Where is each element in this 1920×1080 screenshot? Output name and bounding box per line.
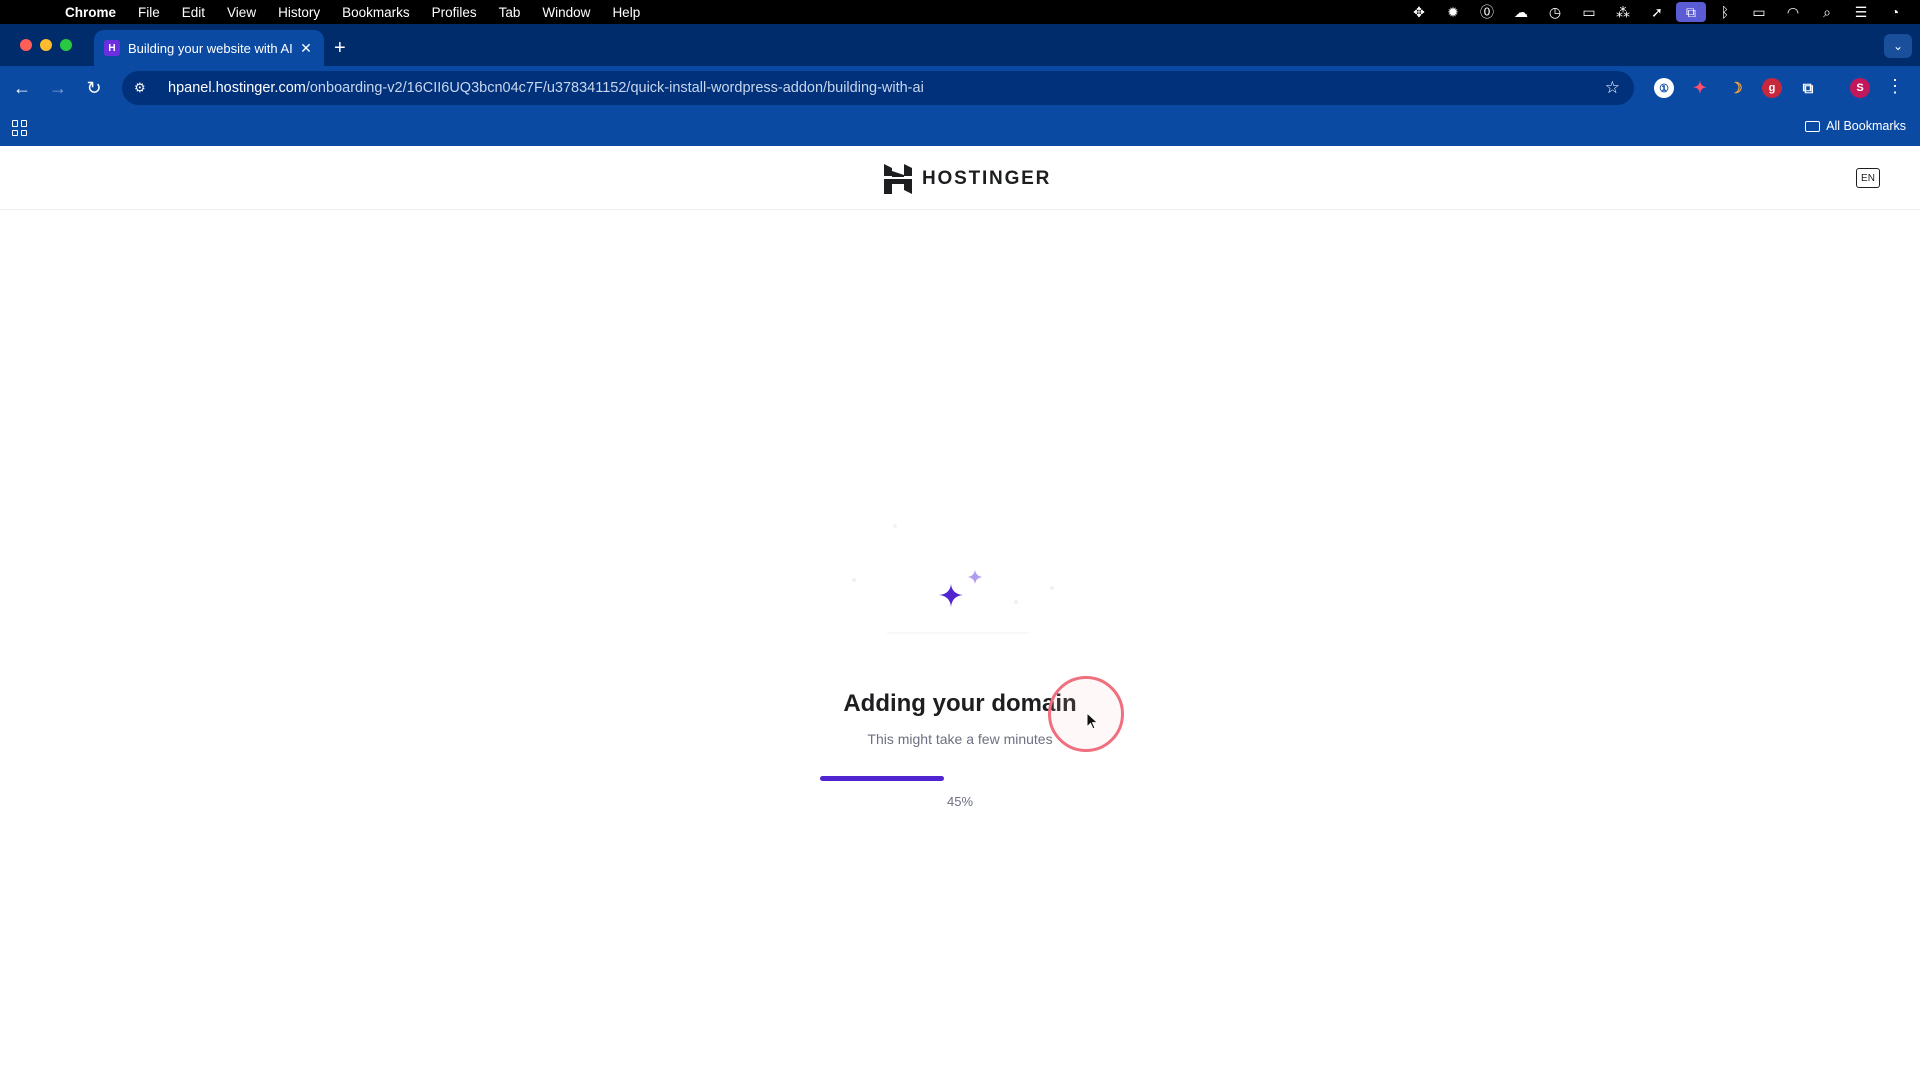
folder-icon: [1805, 120, 1821, 132]
url-path: /onboarding-v2/16CII6UQ3bcn04c7F/u378341…: [305, 80, 924, 96]
active-tab[interactable]: H Building your website with AI ✕: [94, 30, 324, 66]
menu-view[interactable]: View: [216, 5, 267, 20]
menu-app-name[interactable]: Chrome: [54, 5, 127, 20]
macos-menu-bar: Chrome File Edit View History Bookmarks …: [0, 0, 1920, 24]
chrome-menu-kebab-icon[interactable]: ⋮: [1886, 76, 1904, 97]
bookmarks-bar: All Bookmarks: [0, 110, 1920, 146]
cursor-app-icon[interactable]: ➚: [1640, 0, 1674, 24]
menu-tab[interactable]: Tab: [488, 5, 532, 20]
progress-percent-label: 45%: [946, 794, 974, 809]
profile-avatar[interactable]: S: [1850, 78, 1870, 98]
spotlight-search-icon[interactable]: ⌕: [1810, 0, 1844, 24]
window-minimize-button[interactable]: [40, 39, 52, 51]
tab-close-icon[interactable]: ✕: [298, 40, 314, 57]
address-bar[interactable]: ⚙ hpanel.hostinger.com/onboarding-v2/16C…: [122, 71, 1634, 105]
apps-grid-icon[interactable]: [12, 120, 28, 136]
site-header: HOSTINGER EN: [0, 146, 1920, 210]
menu-window[interactable]: Window: [531, 5, 601, 20]
extensions-puzzle-icon[interactable]: ⧉: [1798, 78, 1818, 98]
cloud-sync-icon[interactable]: ☁: [1504, 0, 1538, 24]
page-title: Adding your domain: [843, 690, 1077, 717]
bookmark-star-icon[interactable]: ☆: [1605, 78, 1620, 98]
url-host: hpanel.hostinger.com: [168, 80, 306, 96]
back-arrow-icon[interactable]: ←: [4, 70, 40, 106]
menu-edit[interactable]: Edit: [171, 5, 216, 20]
all-bookmarks-label: All Bookmarks: [1826, 119, 1906, 133]
progress-bar-fill: [820, 776, 944, 781]
new-tab-icon[interactable]: +: [334, 38, 346, 58]
hostinger-logo[interactable]: HOSTINGER: [884, 164, 1051, 194]
wifi-icon[interactable]: ◠: [1776, 0, 1810, 24]
mouse-cursor-icon: [1086, 712, 1099, 730]
brightness-icon[interactable]: ✹: [1436, 0, 1470, 24]
browser-tab-strip: H Building your website with AI ✕ + ⌄: [0, 24, 1920, 66]
forward-arrow-icon[interactable]: →: [40, 70, 76, 106]
hostinger-logo-icon: [884, 164, 912, 194]
screen-mirror-icon[interactable]: ⧉: [1676, 2, 1706, 22]
bluetooth-icon[interactable]: ᛒ: [1708, 0, 1742, 24]
onepassword-icon[interactable]: ⓪: [1470, 0, 1504, 24]
decor-dot-icon: [893, 524, 897, 528]
clock-icon[interactable]: ◔: [1878, 0, 1912, 24]
small-sparkle-icon: [968, 570, 982, 584]
window-zoom-button[interactable]: [60, 39, 72, 51]
dropbox-icon[interactable]: ✥: [1402, 0, 1436, 24]
site-settings-icon[interactable]: ⚙: [134, 80, 156, 96]
ai-sparkle-illustration: [852, 524, 1054, 634]
crescent-extension-icon[interactable]: ☽: [1726, 78, 1746, 98]
brand-name: HOSTINGER: [922, 168, 1052, 189]
page-content: HOSTINGER EN Adding your domain This mig…: [0, 146, 1920, 1080]
menu-file[interactable]: File: [127, 5, 171, 20]
decor-dot-icon: [1014, 600, 1018, 604]
grammarly-extension-icon[interactable]: g: [1762, 78, 1782, 98]
display-icon[interactable]: ▭: [1572, 0, 1606, 24]
page-subtitle: This might take a few minutes: [867, 731, 1053, 747]
window-close-button[interactable]: [20, 39, 32, 51]
battery-icon[interactable]: ▭: [1742, 0, 1776, 24]
language-selector[interactable]: EN: [1856, 168, 1880, 188]
reload-icon[interactable]: ↻: [76, 70, 112, 106]
onepassword-extension-icon[interactable]: ①: [1654, 78, 1674, 98]
control-center-icon[interactable]: ☰: [1844, 0, 1878, 24]
large-sparkle-icon: [939, 584, 963, 607]
menu-bookmarks[interactable]: Bookmarks: [331, 5, 421, 20]
ai-sparkle-extension-icon[interactable]: ✦: [1690, 78, 1710, 98]
time-machine-icon[interactable]: ◷: [1538, 0, 1572, 24]
share-icon[interactable]: ⁂: [1606, 0, 1640, 24]
browser-toolbar: ← → ↻ ⚙ hpanel.hostinger.com/onboarding-…: [0, 66, 1920, 110]
menu-help[interactable]: Help: [601, 5, 651, 20]
hostinger-favicon-icon: H: [104, 40, 120, 56]
decor-dot-icon: [852, 578, 856, 582]
tab-title: Building your website with AI: [128, 40, 292, 56]
all-bookmarks-button[interactable]: All Bookmarks: [1805, 119, 1906, 133]
menu-profiles[interactable]: Profiles: [421, 5, 488, 20]
decor-dot-icon: [1050, 586, 1054, 590]
progress-bar: [820, 776, 1100, 781]
menu-history[interactable]: History: [267, 5, 331, 20]
tab-search-chevron-icon[interactable]: ⌄: [1884, 34, 1912, 58]
